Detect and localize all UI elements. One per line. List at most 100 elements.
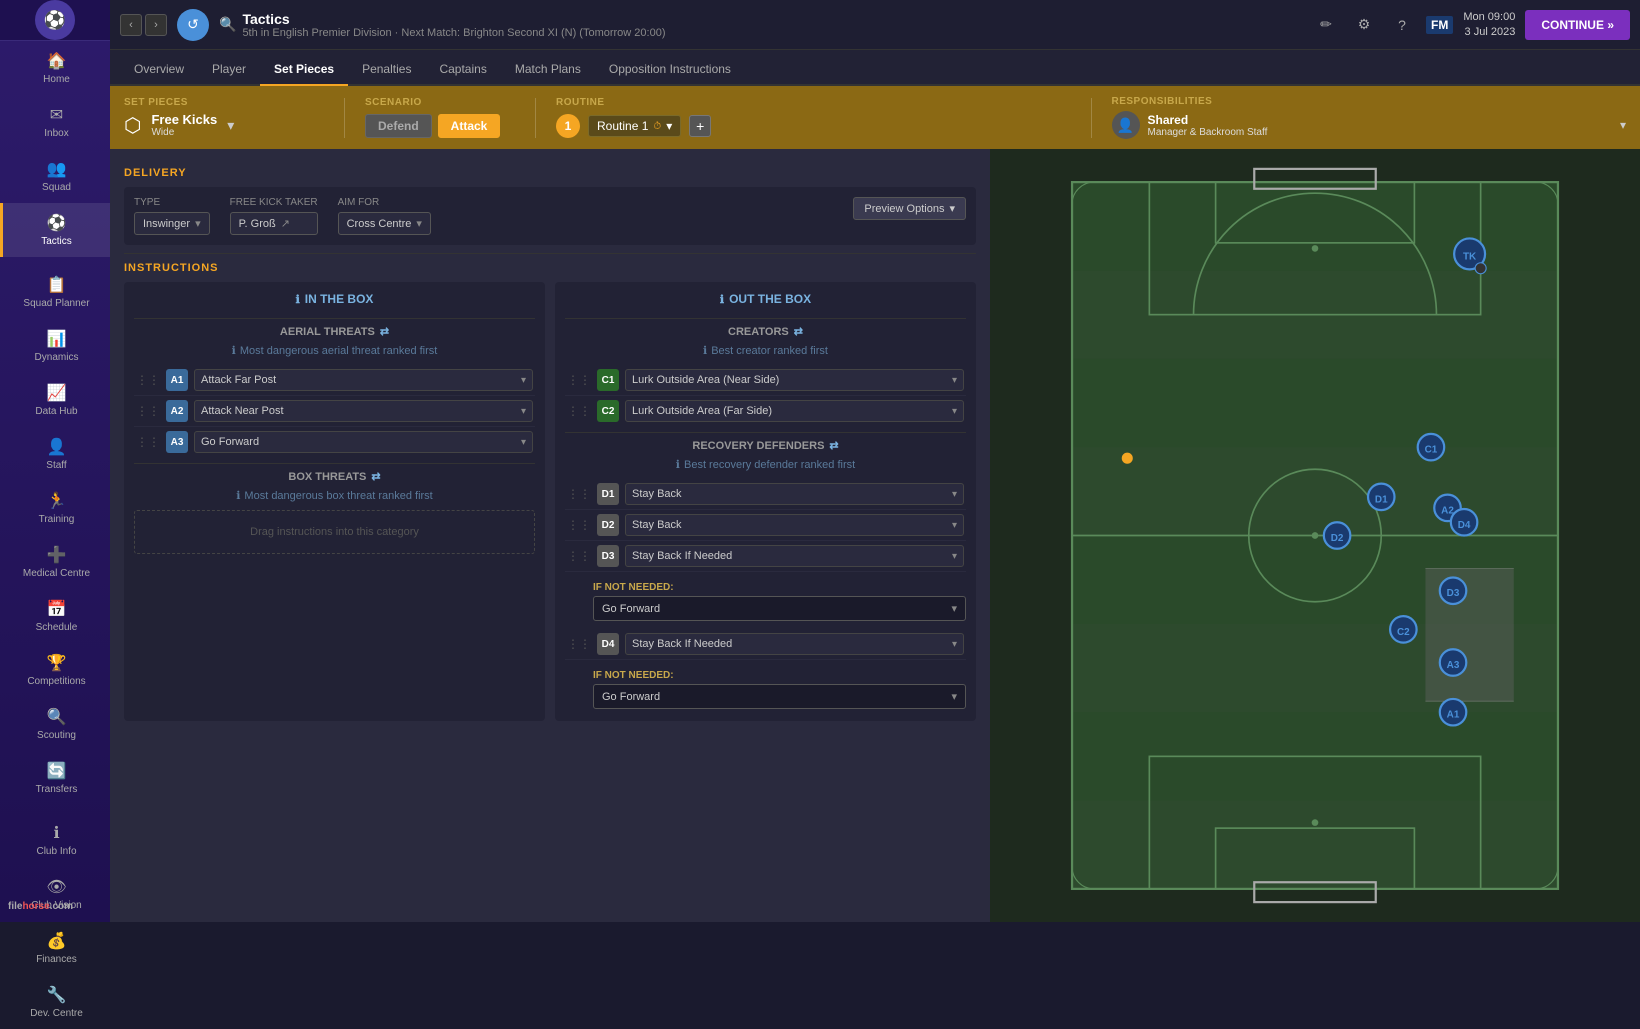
scenario-section: SCENARIO Defend Attack bbox=[365, 97, 515, 138]
delivery-aim-group: AIM FOR Cross Centre ▾ bbox=[338, 197, 431, 235]
delivery-type-group: TYPE Inswinger ▾ bbox=[134, 197, 210, 235]
delivery-type-select[interactable]: Inswinger ▾ bbox=[134, 212, 210, 235]
a2-select[interactable]: Attack Near Post ▾ bbox=[194, 400, 533, 422]
rd-d3-row: ⋮⋮ D3 Stay Back If Needed ▾ bbox=[565, 541, 966, 572]
tab-match-plans[interactable]: Match Plans bbox=[501, 54, 595, 86]
tab-player[interactable]: Player bbox=[198, 54, 260, 86]
delivery-section-label: DELIVERY bbox=[124, 167, 976, 179]
recovery-defenders-section: RECOVERY DEFENDERS ⇄ ℹ Best recovery def… bbox=[565, 432, 966, 711]
sidebar-item-dev-centre[interactable]: 🔧 Dev. Centre bbox=[0, 975, 110, 1029]
sidebar-item-competitions[interactable]: 🏆 Competitions bbox=[0, 643, 110, 697]
shuffle-icon-rd[interactable]: ⇄ bbox=[829, 439, 838, 452]
drag-handle-d4[interactable]: ⋮⋮ bbox=[567, 637, 591, 651]
home-button[interactable]: ↺ bbox=[177, 9, 209, 41]
staff-icon: 👤 bbox=[47, 437, 67, 457]
routine-add-button[interactable]: + bbox=[689, 115, 711, 137]
sidebar-item-schedule[interactable]: 📅 Schedule bbox=[0, 589, 110, 643]
sidebar-item-squad[interactable]: 👥 Squad bbox=[0, 149, 110, 203]
sidebar-item-club-vision[interactable]: 👁 Club Vision bbox=[0, 867, 110, 921]
scenario-attack-button[interactable]: Attack bbox=[438, 114, 501, 138]
date-line1: Mon 09:00 bbox=[1463, 10, 1515, 24]
tab-set-pieces[interactable]: Set Pieces bbox=[260, 54, 348, 86]
sidebar-item-finances[interactable]: 💰 Finances bbox=[0, 921, 110, 975]
a1-select[interactable]: Attack Far Post ▾ bbox=[194, 369, 533, 391]
svg-text:TK: TK bbox=[1463, 251, 1477, 262]
c2-select[interactable]: Lurk Outside Area (Far Side) ▾ bbox=[625, 400, 964, 422]
rd-d1-row: ⋮⋮ D1 Stay Back ▾ bbox=[565, 479, 966, 510]
info-icon-bt: ℹ bbox=[236, 489, 240, 502]
rd-d4-row: ⋮⋮ D4 Stay Back If Needed ▾ bbox=[565, 629, 966, 660]
tab-penalties[interactable]: Penalties bbox=[348, 54, 425, 86]
responsibilities-dropdown-arrow: ▾ bbox=[1620, 118, 1626, 132]
nav-back-button[interactable]: ‹ bbox=[120, 14, 142, 36]
stripe-4 bbox=[1072, 447, 1558, 535]
sidebar-item-dynamics[interactable]: 📊 Dynamics bbox=[0, 319, 110, 373]
schedule-icon: 📅 bbox=[47, 599, 67, 619]
routine-select[interactable]: Routine 1 ⏱ ▾ bbox=[588, 115, 681, 137]
sidebar-item-home[interactable]: 🏠 Home bbox=[0, 41, 110, 95]
dynamics-icon: 📊 bbox=[47, 329, 67, 349]
sidebar-item-squad-planner[interactable]: 📋 Squad Planner bbox=[0, 265, 110, 319]
info-icon-rd: ℹ bbox=[676, 458, 680, 471]
sidebar-item-inbox[interactable]: ✉ Inbox bbox=[0, 95, 110, 149]
sidebar-item-tactics[interactable]: ⚽ Tactics bbox=[0, 203, 110, 257]
d4-select[interactable]: Stay Back If Needed ▾ bbox=[625, 633, 964, 655]
drag-handle-c2[interactable]: ⋮⋮ bbox=[567, 404, 591, 418]
drag-handle-a1[interactable]: ⋮⋮ bbox=[136, 373, 160, 387]
responsibilities-value: Shared bbox=[1148, 113, 1612, 127]
d3-select[interactable]: Stay Back If Needed ▾ bbox=[625, 545, 964, 567]
responsibilities-label: RESPONSIBILITIES bbox=[1112, 96, 1627, 107]
nav-forward-button[interactable]: › bbox=[145, 14, 167, 36]
sidebar-item-scouting[interactable]: 🔍 Scouting bbox=[0, 697, 110, 751]
continue-button[interactable]: CONTINUE » bbox=[1525, 10, 1630, 40]
d3-if-not-select[interactable]: Go Forward ▾ bbox=[593, 596, 966, 621]
drag-handle-a2[interactable]: ⋮⋮ bbox=[136, 404, 160, 418]
scenario-buttons: Defend Attack bbox=[365, 114, 515, 138]
sidebar-item-staff[interactable]: 👤 Staff bbox=[0, 427, 110, 481]
sidebar-item-club-info[interactable]: ℹ Club Info bbox=[0, 813, 110, 867]
preview-options-button[interactable]: Preview Options ▾ bbox=[853, 197, 966, 220]
drag-handle-d3[interactable]: ⋮⋮ bbox=[567, 549, 591, 563]
shuffle-icon-bt[interactable]: ⇄ bbox=[371, 470, 380, 483]
a3-select[interactable]: Go Forward ▾ bbox=[194, 431, 533, 453]
tab-captains[interactable]: Captains bbox=[425, 54, 500, 86]
sidebar-item-medical[interactable]: ➕ Medical Centre bbox=[0, 535, 110, 589]
creators-subtitle: ℹ Best creator ranked first bbox=[565, 344, 966, 357]
box-threats-title: BOX THREATS ⇄ bbox=[134, 463, 535, 489]
badge-a2: A2 bbox=[166, 400, 188, 422]
d2-select[interactable]: Stay Back ▾ bbox=[625, 514, 964, 536]
tab-opposition[interactable]: Opposition Instructions bbox=[595, 54, 745, 86]
medical-icon: ➕ bbox=[47, 545, 67, 565]
creators-title: CREATORS ⇄ bbox=[565, 318, 966, 344]
shuffle-icon[interactable]: ⇄ bbox=[380, 325, 389, 338]
d1-select[interactable]: Stay Back ▾ bbox=[625, 483, 964, 505]
help-icon[interactable]: ⚙ bbox=[1350, 11, 1378, 39]
info-icon-otb: ℹ bbox=[720, 293, 724, 306]
scenario-defend-button[interactable]: Defend bbox=[365, 114, 432, 138]
main-area: ‹ › ↺ 🔍 Tactics 5th in English Premier D… bbox=[110, 0, 1640, 922]
info-icon[interactable]: ? bbox=[1388, 11, 1416, 39]
delivery-taker-select[interactable]: P. Groß ↗ bbox=[230, 212, 318, 235]
d4-if-not-select[interactable]: Go Forward ▾ bbox=[593, 684, 966, 709]
edit-icon[interactable]: ✏ bbox=[1312, 11, 1340, 39]
set-pieces-dropdown[interactable]: Free Kicks Wide bbox=[151, 112, 217, 138]
svg-text:C2: C2 bbox=[1397, 627, 1410, 638]
routine-section: ROUTINE 1 Routine 1 ⏱ ▾ + bbox=[556, 97, 1071, 138]
sidebar-item-transfers[interactable]: 🔄 Transfers bbox=[0, 751, 110, 805]
drag-handle-a3[interactable]: ⋮⋮ bbox=[136, 435, 160, 449]
c1-select[interactable]: Lurk Outside Area (Near Side) ▾ bbox=[625, 369, 964, 391]
sidebar-item-training[interactable]: 🏃 Training bbox=[0, 481, 110, 535]
drag-handle-d2[interactable]: ⋮⋮ bbox=[567, 518, 591, 532]
shuffle-icon-c[interactable]: ⇄ bbox=[794, 325, 803, 338]
sidebar-item-data-hub[interactable]: 📈 Data Hub bbox=[0, 373, 110, 427]
delivery-aim-select[interactable]: Cross Centre ▾ bbox=[338, 212, 431, 235]
delivery-type-arrow: ▾ bbox=[195, 217, 201, 230]
tab-overview[interactable]: Overview bbox=[120, 54, 198, 86]
out-the-box-column: ℹ OUT THE BOX CREATORS ⇄ ℹ Best creator … bbox=[555, 282, 976, 721]
routine-clock-icon: ⏱ bbox=[653, 121, 661, 132]
drag-handle-c1[interactable]: ⋮⋮ bbox=[567, 373, 591, 387]
drag-handle-d1[interactable]: ⋮⋮ bbox=[567, 487, 591, 501]
title-area: 🔍 Tactics 5th in English Premier Divisio… bbox=[219, 11, 1302, 39]
aerial-threats-subtitle: ℹ Most dangerous aerial threat ranked fi… bbox=[134, 344, 535, 357]
set-pieces-controls: ⬡ Free Kicks Wide ▾ bbox=[124, 112, 324, 138]
